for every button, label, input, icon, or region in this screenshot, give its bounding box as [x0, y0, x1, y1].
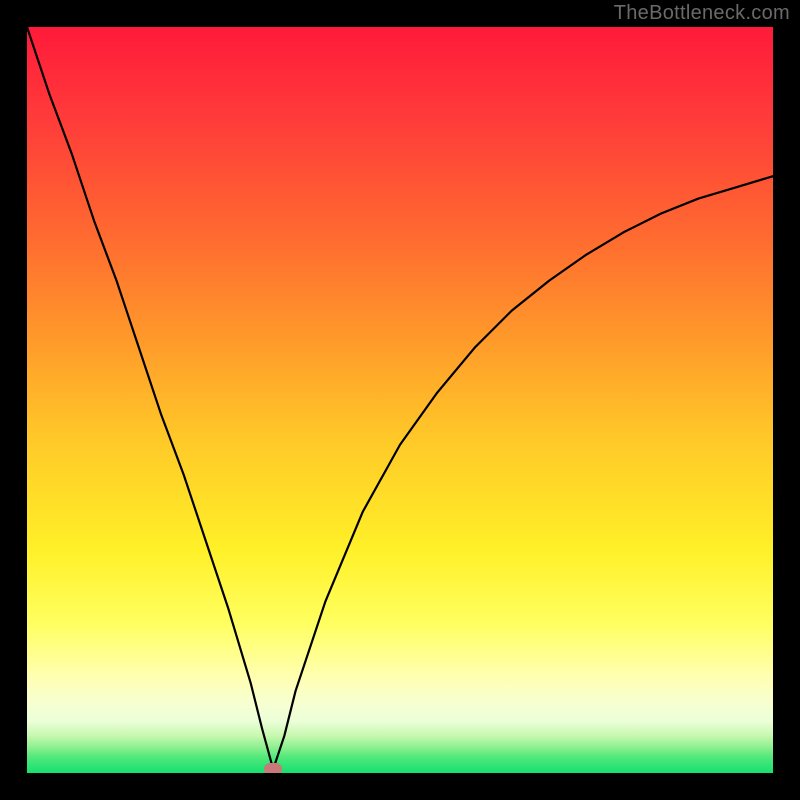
bottleneck-curve [27, 27, 773, 773]
watermark-text: TheBottleneck.com [614, 2, 790, 25]
min-marker [264, 763, 282, 773]
plot-area [27, 27, 773, 773]
chart-frame: TheBottleneck.com [0, 0, 800, 800]
